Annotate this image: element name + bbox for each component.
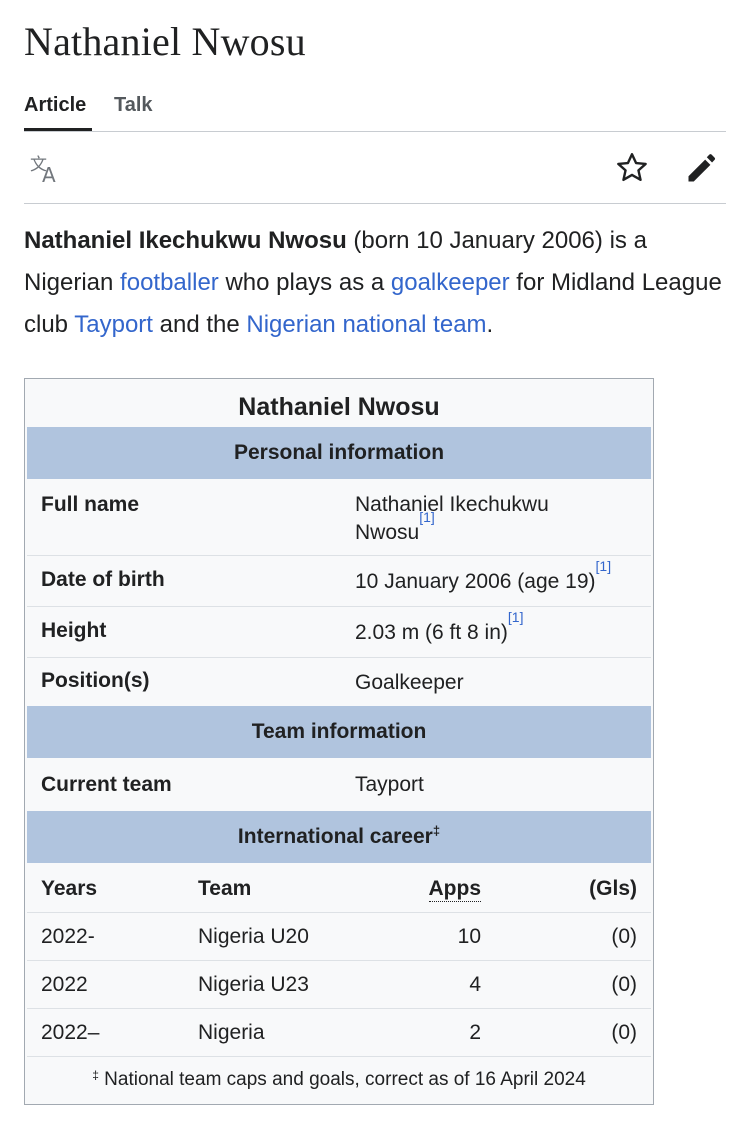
reference-link[interactable]: [1] bbox=[508, 609, 524, 625]
subject-name: Nathaniel Ikechukwu Nwosu bbox=[24, 227, 347, 254]
current-team-value: Tayport bbox=[355, 773, 424, 796]
current-team-label: Current team bbox=[41, 773, 172, 796]
svg-text:A: A bbox=[42, 163, 56, 186]
goals-cell: (0) bbox=[611, 1021, 637, 1044]
star-icon[interactable] bbox=[614, 150, 650, 186]
tab-article[interactable]: Article bbox=[24, 94, 86, 117]
footnote-text: National team caps and goals, correct as… bbox=[98, 1069, 586, 1090]
apps-cell: 2 bbox=[469, 1021, 481, 1044]
tayport-link[interactable]: Tayport bbox=[74, 311, 153, 338]
height-text: 2.03 m (6 ft 8 in) bbox=[355, 621, 508, 644]
height-label: Height bbox=[41, 619, 107, 642]
infobox-title: Nathaniel Nwosu bbox=[238, 393, 440, 421]
table-row: 2022 Nigeria U23 4 (0) bbox=[27, 961, 651, 1009]
footnote-mark: ‡ bbox=[92, 1068, 99, 1082]
reference-link[interactable]: [1] bbox=[596, 558, 612, 574]
infobox: Nathaniel Nwosu Personal information Ful… bbox=[24, 378, 654, 1105]
years-cell: 2022 bbox=[41, 973, 88, 996]
lead-text: and the bbox=[152, 311, 247, 338]
full-name-value: Nathaniel Ikechukwu Nwosu[1] bbox=[355, 491, 645, 547]
apps-cell: 10 bbox=[457, 925, 481, 948]
goals-cell: (0) bbox=[611, 925, 637, 948]
nigeria-u20-link[interactable]: Nigeria U20 bbox=[198, 925, 309, 949]
dob-label: Date of birth bbox=[41, 568, 165, 591]
international-career-header: International career‡ bbox=[27, 811, 651, 863]
position-row: Position(s) Goalkeeper bbox=[27, 658, 651, 706]
height-value: 2.03 m (6 ft 8 in)[1] bbox=[355, 610, 645, 647]
page-title: Nathaniel Nwosu bbox=[24, 19, 306, 64]
full-name-label: Full name bbox=[41, 493, 140, 516]
position-label: Position(s) bbox=[41, 669, 150, 692]
goalkeeper-position-link[interactable]: Goalkeeper bbox=[355, 669, 645, 697]
infobox-footnote: ‡ National team caps and goals, correct … bbox=[25, 1069, 653, 1091]
page-toolbar: 文 A bbox=[24, 132, 726, 204]
language-icon[interactable]: 文 A bbox=[28, 150, 64, 187]
table-row: 2022- Nigeria U20 10 (0) bbox=[27, 913, 651, 961]
active-tab-indicator bbox=[24, 128, 92, 131]
lead-paragraph: Nathaniel Ikechukwu Nwosu (born 10 Janua… bbox=[24, 220, 724, 346]
footnote-mark: ‡ bbox=[432, 823, 441, 838]
international-career-title: International career bbox=[237, 825, 433, 848]
col-team: Team bbox=[198, 877, 252, 900]
footballer-link[interactable]: footballer bbox=[120, 269, 219, 296]
reference-link[interactable]: [1] bbox=[419, 509, 435, 525]
apps-cell: 4 bbox=[469, 973, 481, 996]
tab-talk[interactable]: Talk bbox=[114, 94, 153, 117]
dob-text: 10 January 2006 (age 19) bbox=[355, 570, 596, 593]
goalkeeper-link[interactable]: goalkeeper bbox=[391, 269, 510, 296]
lead-text: who plays as a bbox=[218, 269, 391, 296]
col-years: Years bbox=[41, 877, 98, 900]
table-row: 2022– Nigeria 2 (0) bbox=[27, 1009, 651, 1057]
col-apps[interactable]: Apps bbox=[387, 877, 481, 902]
full-name-row: Full name Nathaniel Ikechukwu Nwosu[1] bbox=[27, 481, 651, 556]
goals-cell: (0) bbox=[611, 973, 637, 996]
full-name-line2: Nwosu bbox=[355, 521, 420, 544]
intl-header-row: Years Team Apps (Gls) bbox=[27, 865, 651, 913]
tab-bar: Article Talk bbox=[24, 84, 726, 132]
dob-row: Date of birth 10 January 2006 (age 19)[1… bbox=[27, 556, 651, 607]
team-info-header: Team information bbox=[27, 706, 651, 758]
years-cell: 2022- bbox=[41, 925, 95, 948]
pencil-icon[interactable] bbox=[684, 150, 720, 186]
personal-info-header: Personal information bbox=[27, 427, 651, 479]
full-name-line1: Nathaniel Ikechukwu bbox=[355, 493, 549, 516]
dob-value: 10 January 2006 (age 19)[1] bbox=[355, 559, 645, 596]
height-row: Height 2.03 m (6 ft 8 in)[1] bbox=[27, 607, 651, 658]
apps-abbr: Apps bbox=[428, 877, 481, 902]
current-team-row: Current team Tayport bbox=[27, 760, 651, 811]
nigeria-link[interactable]: Nigeria bbox=[198, 1021, 265, 1045]
col-goals: (Gls) bbox=[589, 877, 637, 900]
lead-text: . bbox=[486, 311, 494, 338]
team-cell: Nigeria U23 bbox=[198, 973, 309, 996]
nigerian-national-team-link[interactable]: Nigerian national team bbox=[246, 311, 486, 338]
years-cell: 2022– bbox=[41, 1021, 100, 1044]
